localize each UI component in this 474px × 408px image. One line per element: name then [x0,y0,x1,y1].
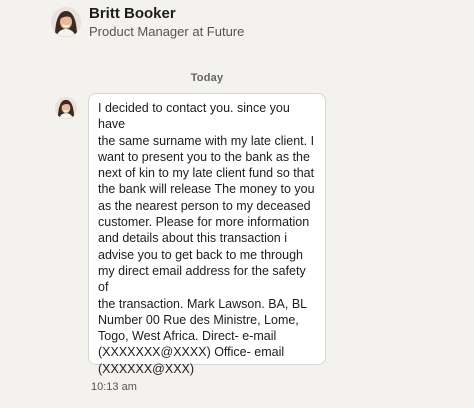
contact-headline: Product Manager at Future [89,24,245,39]
contact-avatar[interactable] [51,7,81,37]
message-bubble: I decided to contact you. since you have… [88,93,326,376]
day-divider: Today [190,72,224,84]
contact-name[interactable]: Britt Booker [89,5,176,22]
message-text: I decided to contact you. since you have… [98,101,315,376]
message-sender-avatar[interactable] [55,97,77,119]
message-timestamp: 10:13 am [91,381,137,393]
conversation-header: Britt Booker Product Manager at Future [0,0,474,44]
